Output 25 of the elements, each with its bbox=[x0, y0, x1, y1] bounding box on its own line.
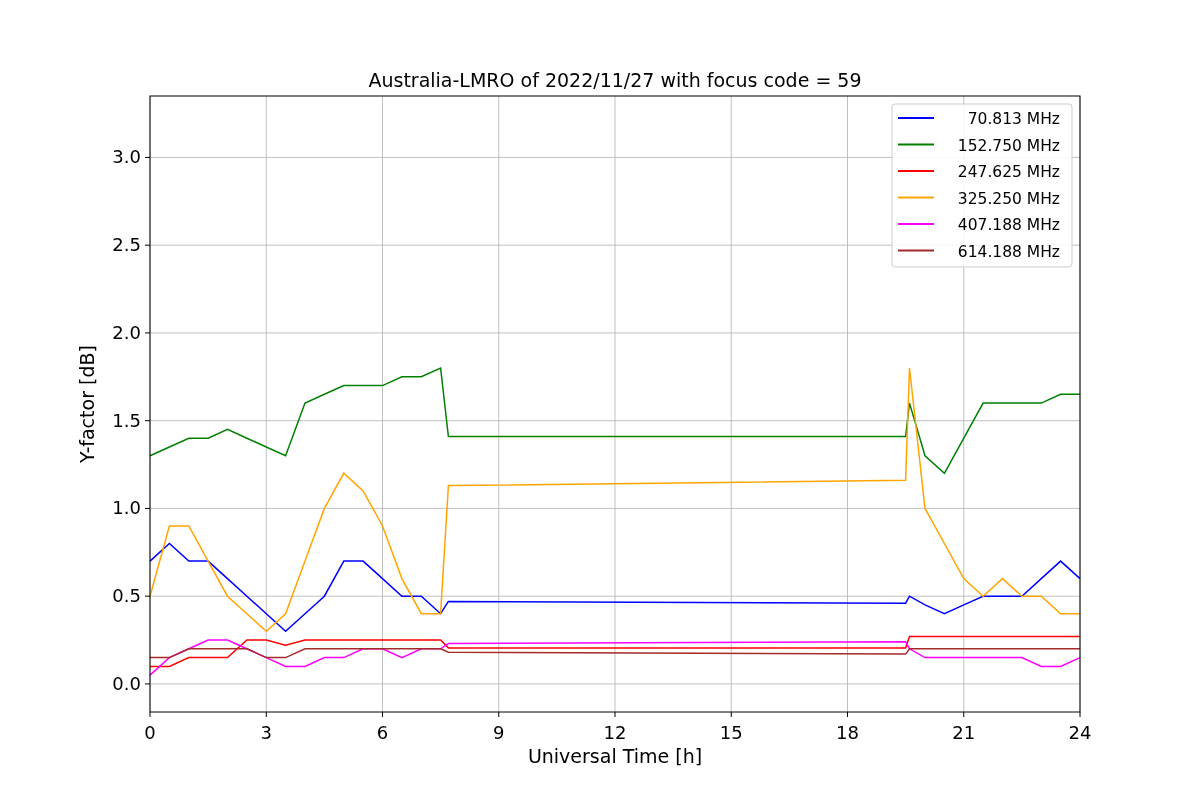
legend-label: 152.750 MHz bbox=[957, 136, 1060, 155]
axis-label: Y-factor [dB] bbox=[76, 345, 98, 463]
legend-label: 325.250 MHz bbox=[957, 189, 1060, 208]
legend-label: 407.188 MHz bbox=[957, 216, 1060, 234]
tick-label: 1.0 bbox=[112, 497, 141, 519]
tick-label: 15 bbox=[719, 722, 743, 743]
chart-title: Australia-LMRO of 2022/11/27 with focus code = 59 bbox=[368, 69, 862, 91]
legend-label: 247.625 MHz bbox=[957, 163, 1060, 181]
legend-label: 614.188 MHz bbox=[957, 242, 1060, 261]
tick-label: 3 bbox=[260, 722, 272, 743]
tick-label: 0.5 bbox=[112, 585, 141, 607]
tick-label: 2.0 bbox=[112, 321, 141, 343]
tick-label: 2.5 bbox=[112, 234, 141, 256]
tick-label: 0.0 bbox=[112, 672, 141, 694]
tick-label: 9 bbox=[493, 722, 505, 743]
tick-label: 12 bbox=[603, 722, 627, 743]
tick-label: 1.5 bbox=[112, 409, 141, 431]
tick-label: 21 bbox=[952, 722, 976, 743]
tick-label: 0 bbox=[144, 722, 156, 743]
tick-label: 24 bbox=[1068, 722, 1092, 743]
tick-label: 3.0 bbox=[112, 146, 141, 168]
axis-label: Universal Time [h] bbox=[527, 745, 703, 767]
tick-label: 6 bbox=[376, 722, 389, 743]
tick-label: 18 bbox=[836, 722, 859, 743]
legend-label: 70.813 MHz bbox=[967, 110, 1060, 128]
